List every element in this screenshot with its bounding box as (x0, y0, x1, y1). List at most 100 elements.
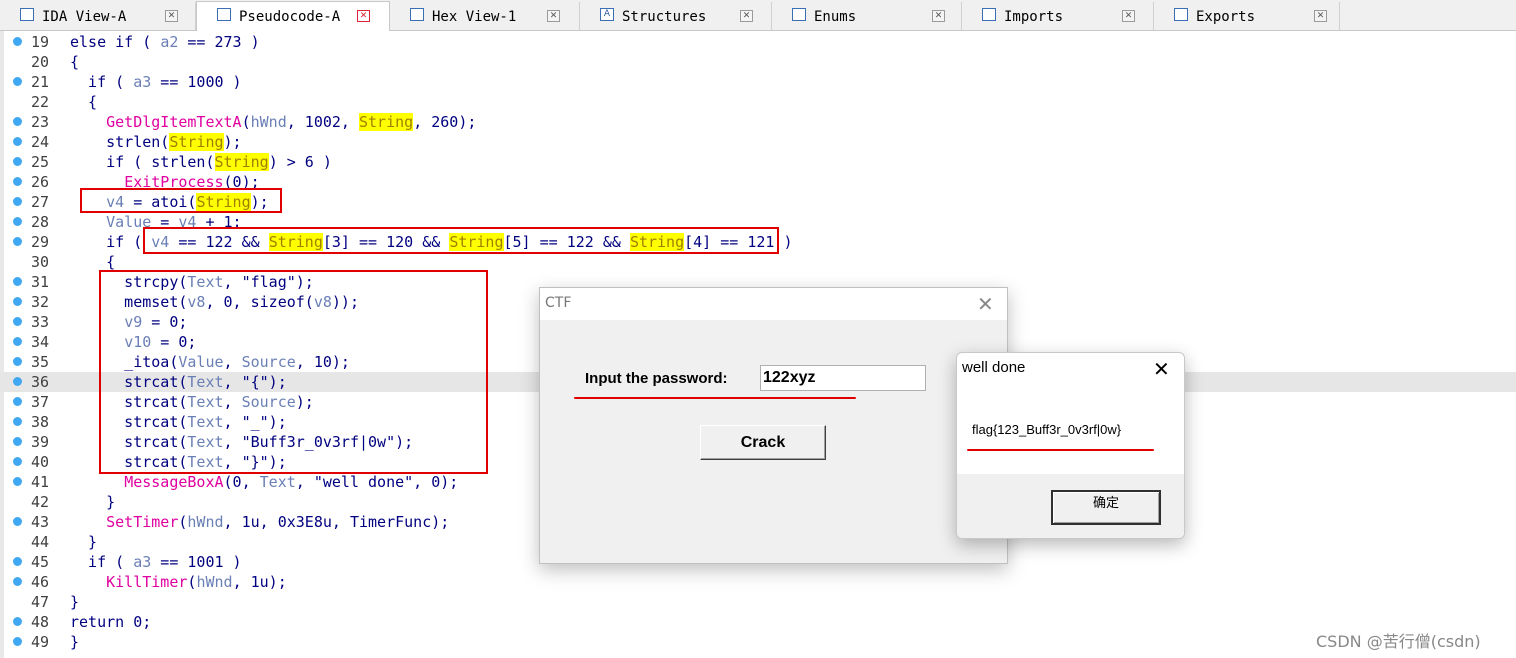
code-text: { (70, 53, 80, 71)
tab-label: IDA View-A (42, 9, 127, 25)
code-line[interactable]: 23 GetDlgItemTextA(hWnd, 1002, String, 2… (0, 112, 1516, 132)
line-number: 47 (30, 593, 49, 611)
ok-button[interactable]: 确定 (1051, 490, 1161, 525)
code-text: if ( a3 == 1000 ) (70, 73, 242, 91)
close-icon[interactable]: ✕ (977, 294, 994, 314)
tab-label: Structures (622, 9, 707, 25)
tab-pseudocode-a[interactable]: Pseudocode-A ✕ (196, 1, 390, 31)
line-number: 46 (30, 573, 49, 591)
password-label: Input the password: (585, 370, 728, 387)
code-text: return 0; (70, 613, 152, 631)
tab-label: Hex View-1 (432, 9, 517, 25)
code-line[interactable]: 21 if ( a3 == 1000 ) (0, 72, 1516, 92)
tab-label: Imports (1004, 9, 1064, 25)
close-icon[interactable]: ✕ (1314, 10, 1327, 22)
line-number: 34 (30, 333, 49, 351)
close-icon[interactable]: ✕ (165, 10, 178, 22)
tab-ida-view-a[interactable]: IDA View-A ✕ (0, 2, 196, 30)
line-number: 40 (30, 453, 49, 471)
code-text: SetTimer(hWnd, 1u, 0x3E8u, TimerFunc); (106, 513, 450, 531)
ida-view-icon (20, 8, 34, 21)
tab-structures[interactable]: A Structures ✕ (580, 2, 772, 30)
code-line[interactable]: 22 { (0, 92, 1516, 112)
line-number: 39 (30, 433, 49, 451)
code-text: } (70, 533, 98, 551)
code-line[interactable]: 19 else if ( a2 == 273 ) (0, 32, 1516, 52)
watermark: CSDN @苦行僧(csdn) (1316, 632, 1481, 651)
code-text: GetDlgItemTextA(hWnd, 1002, String, 260)… (106, 113, 477, 131)
line-number: 43 (30, 513, 49, 531)
line-number: 42 (30, 493, 49, 511)
close-icon[interactable]: ✕ (1153, 359, 1170, 379)
code-line[interactable]: 20 { (0, 52, 1516, 72)
tab-enums[interactable]: Enums ✕ (772, 2, 962, 30)
enums-icon (792, 8, 806, 21)
close-icon[interactable]: ✕ (740, 10, 753, 22)
code-text: } (70, 493, 116, 511)
close-icon[interactable]: ✕ (932, 10, 945, 22)
line-number: 33 (30, 313, 49, 331)
code-text: { (70, 93, 98, 111)
line-number: 25 (30, 153, 49, 171)
line-number: 26 (30, 173, 49, 191)
line-number: 29 (30, 233, 49, 251)
code-line[interactable]: 25 if ( strlen(String) > 6 ) (0, 152, 1516, 172)
line-number: 41 (30, 473, 49, 491)
line-number: 27 (30, 193, 49, 211)
line-number: 37 (30, 393, 49, 411)
msgbox-title: well done (962, 359, 1026, 376)
code-text: } (70, 593, 80, 611)
code-text: { (70, 253, 116, 271)
code-line[interactable]: 24 strlen(String); (0, 132, 1516, 152)
red-underline (574, 397, 856, 399)
line-number: 48 (30, 613, 49, 631)
tab-hex-view-1[interactable]: Hex View-1 ✕ (390, 2, 580, 30)
close-icon[interactable]: ✕ (1122, 10, 1135, 22)
line-number: 32 (30, 293, 49, 311)
line-number: 24 (30, 133, 49, 151)
tab-exports[interactable]: Exports ✕ (1154, 2, 1340, 30)
code-line[interactable]: 48 return 0; (0, 612, 1516, 632)
line-number: 35 (30, 353, 49, 371)
tab-label: Pseudocode-A (239, 9, 341, 25)
code-text: if ( a3 == 1001 ) (70, 553, 242, 571)
line-number: 22 (30, 93, 49, 111)
code-text: MessageBoxA(0, Text, "well done", 0); (124, 473, 459, 491)
line-number: 19 (30, 33, 49, 51)
ctf-dialog: CTF ✕ Input the password: 122xyz Crack (539, 287, 1008, 564)
line-number: 31 (30, 273, 49, 291)
tab-bar: IDA View-A ✕ Pseudocode-A ✕ Hex View-1 ✕ A Stru… (0, 0, 1516, 31)
code-line[interactable]: 46 KillTimer(hWnd, 1u); (0, 572, 1516, 592)
line-number: 21 (30, 73, 49, 91)
password-input[interactable]: 122xyz (760, 365, 926, 391)
ctf-titlebar: CTF ✕ (540, 288, 1007, 320)
annotation-box-atoi (80, 188, 282, 213)
line-number: 44 (30, 533, 49, 551)
line-number: 36 (30, 373, 49, 391)
ctf-title: CTF (545, 295, 572, 311)
code-line[interactable]: 47} (0, 592, 1516, 612)
well-done-messagebox: well done ✕ flag{123_Buff3r_0v3rf|0w} 确定 (956, 352, 1185, 539)
pseudocode-icon (217, 8, 231, 21)
crack-button[interactable]: Crack (700, 425, 826, 460)
line-number: 49 (30, 633, 49, 651)
line-number: 28 (30, 213, 49, 231)
line-number: 30 (30, 253, 49, 271)
tab-label: Exports (1196, 9, 1256, 25)
code-line[interactable]: 30 { (0, 252, 1516, 272)
hex-view-icon (410, 8, 424, 21)
tab-imports[interactable]: Imports ✕ (962, 2, 1154, 30)
red-underline (967, 449, 1154, 451)
flag-message: flag{123_Buff3r_0v3rf|0w} (972, 422, 1122, 437)
close-icon[interactable]: ✕ (357, 10, 370, 22)
msgbox-footer: 确定 (957, 474, 1184, 538)
exports-icon (1174, 8, 1188, 21)
structures-icon: A (600, 8, 614, 21)
code-line[interactable]: 49} (0, 632, 1516, 652)
code-text: strlen(String); (70, 133, 242, 151)
close-icon[interactable]: ✕ (547, 10, 560, 22)
code-text: else if ( a2 == 273 ) (70, 33, 260, 51)
annotation-box-condition (143, 227, 779, 254)
line-number: 23 (30, 113, 49, 131)
code-text: if ( strlen(String) > 6 ) (70, 153, 332, 171)
